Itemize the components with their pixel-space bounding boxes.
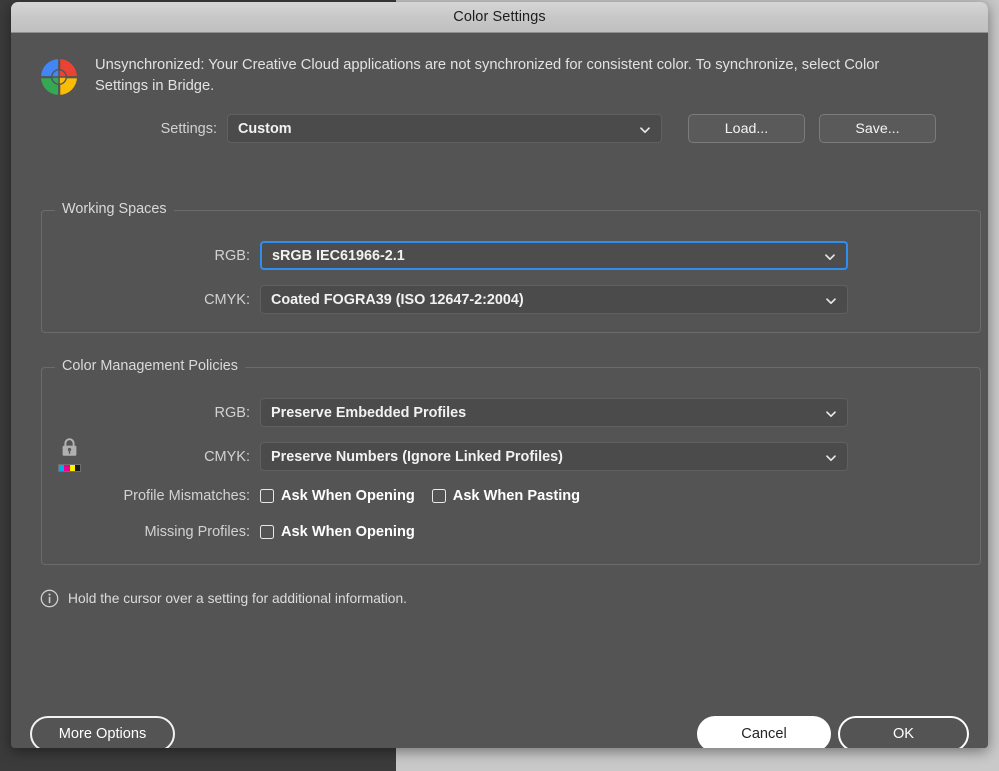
chevron-down-icon xyxy=(824,250,836,262)
working-spaces-rgb-label: RGB: xyxy=(214,247,250,264)
policies-cmyk-dropdown[interactable]: Preserve Numbers (Ignore Linked Profiles… xyxy=(260,442,848,471)
checkbox-box xyxy=(260,525,274,539)
cancel-button[interactable]: Cancel xyxy=(697,716,831,748)
save-button[interactable]: Save... xyxy=(819,114,936,143)
profile-mismatches-row: Profile Mismatches: Ask When Opening Ask… xyxy=(42,488,597,504)
checkbox-box xyxy=(260,489,274,503)
policies-rgb-dropdown[interactable]: Preserve Embedded Profiles xyxy=(260,398,848,427)
working-spaces-legend: Working Spaces xyxy=(55,201,174,217)
missing-profiles-ask-when-opening-checkbox[interactable]: Ask When Opening xyxy=(260,524,415,540)
working-spaces-rgb-dropdown[interactable]: sRGB IEC61966-2.1 xyxy=(260,241,848,270)
checkbox-label: Ask When Pasting xyxy=(452,488,581,504)
sync-notice: Unsynchronized: Your Creative Cloud appl… xyxy=(11,33,988,97)
chevron-down-icon xyxy=(639,123,651,135)
working-spaces-cmyk-label: CMYK: xyxy=(204,291,250,308)
color-management-policies-group: Color Management Policies RGB: Preserve … xyxy=(41,358,981,565)
profile-mismatches-ask-when-pasting-checkbox[interactable]: Ask When Pasting xyxy=(431,488,581,504)
working-spaces-rgb-value: sRGB IEC61966-2.1 xyxy=(272,247,405,264)
ok-button[interactable]: OK xyxy=(838,716,969,748)
dialog-title: Color Settings xyxy=(453,9,546,25)
profile-mismatches-ask-when-opening-checkbox[interactable]: Ask When Opening xyxy=(260,488,415,504)
working-spaces-rgb-row: RGB: sRGB IEC61966-2.1 xyxy=(42,241,848,270)
chevron-down-icon xyxy=(825,294,837,306)
color-management-policies-legend: Color Management Policies xyxy=(55,358,245,374)
settings-label: Settings: xyxy=(160,120,217,137)
settings-preset-dropdown[interactable]: Custom xyxy=(227,114,662,143)
dialog-body: Unsynchronized: Your Creative Cloud appl… xyxy=(11,33,988,748)
missing-profiles-label: Missing Profiles: xyxy=(144,524,250,540)
working-spaces-cmyk-value: Coated FOGRA39 (ISO 12647-2:2004) xyxy=(271,291,524,308)
info-hint-text: Hold the cursor over a setting for addit… xyxy=(68,591,407,606)
color-sync-icon xyxy=(39,57,79,97)
chevron-down-icon xyxy=(825,451,837,463)
missing-profiles-row: Missing Profiles: Ask When Opening xyxy=(42,524,432,540)
checkbox-box xyxy=(431,489,446,503)
working-spaces-cmyk-row: CMYK: Coated FOGRA39 (ISO 12647-2:2004) xyxy=(42,285,848,314)
working-spaces-cmyk-dropdown[interactable]: Coated FOGRA39 (ISO 12647-2:2004) xyxy=(260,285,848,314)
policies-cmyk-row: CMYK: Preserve Numbers (Ignore Linked Pr… xyxy=(42,442,848,471)
checkbox-label: Ask When Opening xyxy=(281,488,415,504)
profile-mismatches-label: Profile Mismatches: xyxy=(123,488,250,504)
policies-cmyk-label: CMYK: xyxy=(204,448,250,465)
settings-row: Settings: Custom Load... Save... xyxy=(11,114,988,143)
policies-cmyk-value: Preserve Numbers (Ignore Linked Profiles… xyxy=(271,448,563,465)
working-spaces-group: Working Spaces RGB: sRGB IEC61966-2.1 CM… xyxy=(41,201,981,333)
policies-rgb-row: RGB: Preserve Embedded Profiles xyxy=(42,398,848,427)
more-options-button[interactable]: More Options xyxy=(30,716,175,748)
load-button[interactable]: Load... xyxy=(688,114,805,143)
checkbox-label: Ask When Opening xyxy=(281,524,415,540)
dialog-titlebar[interactable]: Color Settings xyxy=(11,2,988,33)
dialog-footer: More Options Cancel OK xyxy=(11,688,988,748)
chevron-down-icon xyxy=(825,407,837,419)
sync-notice-text: Unsynchronized: Your Creative Cloud appl… xyxy=(95,57,880,94)
settings-preset-value: Custom xyxy=(238,120,292,137)
color-settings-dialog: Color Settings Unsynchronized: Your Crea… xyxy=(11,2,988,748)
info-circle-icon xyxy=(40,589,59,608)
policies-rgb-label: RGB: xyxy=(214,404,250,421)
info-hint: Hold the cursor over a setting for addit… xyxy=(40,589,407,608)
policies-rgb-value: Preserve Embedded Profiles xyxy=(271,404,467,421)
